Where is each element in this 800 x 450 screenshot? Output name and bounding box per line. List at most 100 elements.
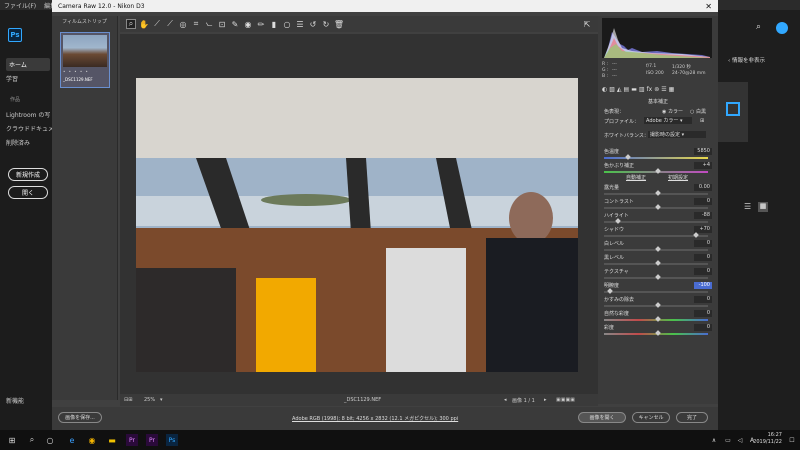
slider-track[interactable]: [604, 274, 708, 280]
grid-view-icon[interactable]: ▦: [758, 202, 768, 212]
slider-track[interactable]: [604, 204, 708, 210]
slider-thumb[interactable]: [615, 218, 621, 224]
slider-thumb[interactable]: [655, 274, 661, 280]
new-button[interactable]: 新規作成: [8, 168, 48, 181]
rotate-left-icon[interactable]: ↺: [308, 19, 318, 29]
premiere-icon[interactable]: Pr: [126, 434, 138, 446]
slider-track[interactable]: [604, 154, 708, 160]
color-radio[interactable]: ◉ カラー: [662, 108, 683, 115]
open-button[interactable]: 開く: [8, 186, 48, 199]
task-view-icon[interactable]: ○: [44, 434, 56, 446]
slider-thumb[interactable]: [655, 190, 661, 196]
straighten-icon[interactable]: ⦦: [204, 19, 214, 29]
slider-value-input[interactable]: 0: [694, 198, 712, 205]
next-image-icon[interactable]: ▸: [544, 397, 547, 403]
slider-value-input[interactable]: -88: [694, 212, 712, 219]
volume-icon[interactable]: ◁: [734, 434, 746, 446]
workflow-options-link[interactable]: Adobe RGB (1998); 8 bit; 4256 x 2832 (12…: [292, 415, 458, 422]
nav-lightroom[interactable]: Lightroom の写: [6, 110, 50, 119]
target-adjust-icon[interactable]: ◎: [178, 19, 188, 29]
file-explorer-icon[interactable]: ▬: [106, 434, 118, 446]
tab-detail-icon[interactable]: ◭: [617, 86, 622, 96]
slider-value-input[interactable]: 5850: [694, 148, 712, 155]
spot-removal-icon[interactable]: ✎: [230, 19, 240, 29]
start-icon[interactable]: ⊞: [6, 434, 18, 446]
search-icon[interactable]: ⌕: [26, 434, 38, 446]
default-button[interactable]: 初期設定: [668, 174, 688, 181]
slider-thumb[interactable]: [655, 316, 661, 322]
zoom-dropdown-icon[interactable]: ▾: [160, 397, 163, 403]
auto-button[interactable]: 自動補正: [626, 174, 646, 181]
hide-info-link[interactable]: ‹ 情報を非表示: [728, 56, 765, 64]
rating-stars[interactable]: • • • • •: [63, 69, 89, 74]
slider-value-input[interactable]: 0: [694, 296, 712, 303]
slider-thumb[interactable]: [655, 204, 661, 210]
slider-track[interactable]: [604, 218, 708, 224]
slider-thumb[interactable]: [655, 260, 661, 266]
tab-calibration-icon[interactable]: ⊚: [654, 86, 659, 96]
before-after-icon[interactable]: ▣▣▣▣: [556, 397, 575, 403]
slider-value-input[interactable]: 0: [694, 254, 712, 261]
done-button[interactable]: 完了: [676, 412, 708, 423]
slider-value-input[interactable]: 0.00: [694, 184, 712, 191]
profile-browser-icon[interactable]: ⊞: [700, 118, 704, 124]
slider-track[interactable]: [604, 190, 708, 196]
crop-tool-icon[interactable]: ⌗: [191, 19, 201, 29]
red-eye-icon[interactable]: ◉: [243, 19, 253, 29]
nav-new-features[interactable]: 新機能: [6, 396, 24, 405]
slider-value-input[interactable]: 0: [694, 240, 712, 247]
slider-value-input[interactable]: 0: [694, 310, 712, 317]
slider-thumb[interactable]: [655, 246, 661, 252]
preferences-icon[interactable]: ☰: [295, 19, 305, 29]
tray-chevron-icon[interactable]: ∧: [708, 434, 720, 446]
chrome-icon[interactable]: ◉: [86, 434, 98, 446]
mono-radio[interactable]: ○ 白黒: [690, 108, 706, 115]
nav-deleted[interactable]: 削除済み: [6, 138, 30, 147]
tab-presets-icon[interactable]: ☰: [661, 86, 666, 96]
trash-icon[interactable]: 🗑: [334, 19, 344, 29]
wb-select[interactable]: 撮影時の設定 ▾: [648, 131, 706, 138]
tab-split-tone-icon[interactable]: ▬: [631, 86, 637, 96]
tab-basic-icon[interactable]: ◐: [602, 86, 607, 96]
network-icon[interactable]: ▭: [722, 434, 734, 446]
save-image-button[interactable]: 画像を保存...: [58, 412, 102, 423]
tab-snapshots-icon[interactable]: ▦: [669, 86, 675, 96]
slider-track[interactable]: [604, 260, 708, 266]
slider-thumb[interactable]: [625, 154, 631, 160]
menu-file[interactable]: ファイル(F): [4, 1, 36, 10]
tab-tone-curve-icon[interactable]: ▧: [609, 86, 615, 96]
tab-hsl-icon[interactable]: ▤: [624, 86, 630, 96]
edge-icon[interactable]: e: [66, 434, 78, 446]
slider-track[interactable]: [604, 246, 708, 252]
adjustment-brush-icon[interactable]: ✏: [256, 19, 266, 29]
account-avatar[interactable]: [776, 22, 788, 34]
rotate-right-icon[interactable]: ↻: [321, 19, 331, 29]
nav-home[interactable]: ホーム: [6, 58, 50, 71]
slider-thumb[interactable]: [693, 232, 699, 238]
zoom-level[interactable]: 25%: [144, 397, 155, 403]
filmstrip-thumbnail[interactable]: • • • • • _DSC1129.NEF: [60, 32, 110, 88]
slider-thumb[interactable]: [607, 288, 613, 294]
fit-view-icon[interactable]: ⊟⊞: [124, 397, 132, 403]
color-sampler-icon[interactable]: ⟋: [165, 19, 175, 29]
slider-track[interactable]: [604, 168, 708, 174]
image-canvas[interactable]: [120, 34, 598, 394]
slider-value-input[interactable]: 0: [694, 324, 712, 331]
slider-track[interactable]: [604, 302, 708, 308]
nav-learn[interactable]: 学習: [6, 74, 18, 83]
radial-filter-icon[interactable]: ○: [282, 19, 292, 29]
slider-track[interactable]: [604, 288, 708, 294]
hand-tool-icon[interactable]: ✋: [139, 19, 149, 29]
close-icon[interactable]: ✕: [705, 2, 712, 11]
search-icon[interactable]: ⌕: [756, 22, 761, 32]
open-image-button[interactable]: 画像を開く: [578, 412, 626, 423]
prev-image-icon[interactable]: ◂: [504, 397, 507, 403]
graduated-filter-icon[interactable]: ▮: [269, 19, 279, 29]
tab-fx-icon[interactable]: fx: [647, 86, 653, 96]
cancel-button[interactable]: キャンセル: [632, 412, 670, 423]
slider-value-input[interactable]: +4: [694, 162, 712, 169]
slider-value-input[interactable]: -100: [694, 282, 712, 289]
slider-track[interactable]: [604, 316, 708, 322]
premiere-2-icon[interactable]: Pr: [146, 434, 158, 446]
transform-icon[interactable]: ⊡: [217, 19, 227, 29]
